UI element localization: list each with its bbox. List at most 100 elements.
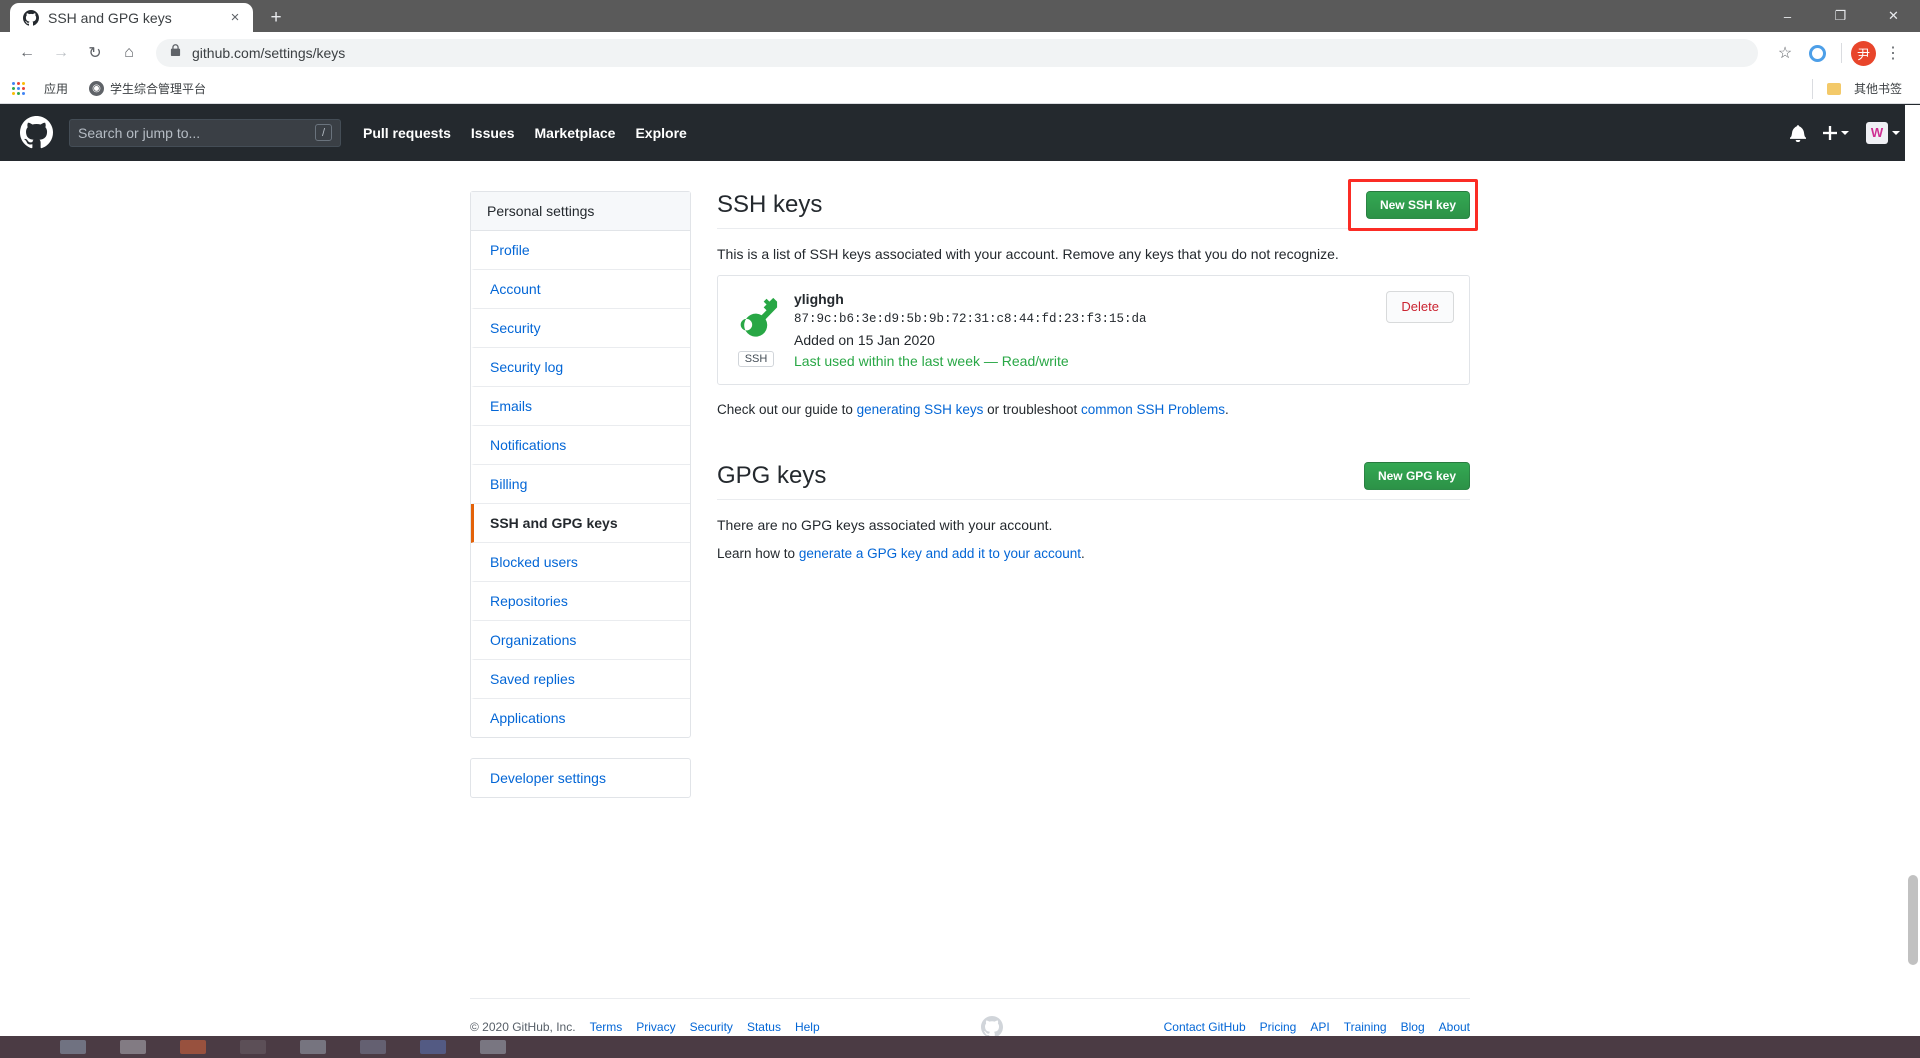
home-icon[interactable]: ⌂: [114, 38, 144, 68]
generate-gpg-key-link[interactable]: generate a GPG key and add it to your ac…: [799, 546, 1081, 561]
scrollbar-thumb[interactable]: [1908, 875, 1918, 965]
github-mark-icon: [23, 9, 39, 26]
ssh-key-name: ylighgh: [794, 291, 844, 307]
footer-link-pricing[interactable]: Pricing: [1260, 1020, 1297, 1034]
taskbar-icon[interactable]: [180, 1040, 206, 1054]
maximize-icon[interactable]: ❐: [1814, 0, 1867, 32]
address-bar[interactable]: github.com/settings/keys: [156, 39, 1758, 67]
close-window-icon[interactable]: ✕: [1867, 0, 1920, 32]
sidebar-item-repositories[interactable]: Repositories: [471, 582, 690, 621]
page-scrollbar[interactable]: [1905, 105, 1920, 1030]
extension-circle-icon[interactable]: [1802, 38, 1832, 68]
common-ssh-problems-link[interactable]: common SSH Problems: [1081, 402, 1225, 417]
footer-link-api[interactable]: API: [1310, 1020, 1329, 1034]
create-new-menu[interactable]: [1823, 125, 1849, 140]
bell-icon[interactable]: [1790, 124, 1806, 143]
bookmarks-bar: 应用 ◉ 学生综合管理平台 其他书签: [0, 74, 1920, 104]
sidebar-item-saved-replies[interactable]: Saved replies: [471, 660, 690, 699]
forward-icon[interactable]: →: [46, 38, 76, 68]
other-bookmarks-label: 其他书签: [1853, 82, 1902, 96]
generating-ssh-keys-link[interactable]: generating SSH keys: [857, 402, 984, 417]
footer-center: [820, 1016, 1164, 1038]
bookmark-item[interactable]: ◉ 学生综合管理平台: [83, 77, 212, 100]
ssh-key-last-used: Last used within the last week — Read/wr…: [794, 353, 1069, 369]
footer-link-contact-github[interactable]: Contact GitHub: [1164, 1020, 1246, 1034]
sidebar-item-organizations[interactable]: Organizations: [471, 621, 690, 660]
learn-prefix: Learn how to: [717, 546, 799, 561]
new-gpg-key-button[interactable]: New GPG key: [1363, 462, 1470, 490]
ssh-badge: SSH: [737, 351, 775, 367]
footer-link-help[interactable]: Help: [795, 1020, 820, 1034]
apps-grid-icon[interactable]: [12, 82, 25, 95]
taskbar-icon[interactable]: [420, 1040, 446, 1054]
avatar: W: [1866, 121, 1888, 144]
key-icon-column: SSH: [733, 291, 779, 367]
footer-link-security[interactable]: Security: [690, 1020, 733, 1034]
footer-link-status[interactable]: Status: [747, 1020, 781, 1034]
folder-icon: [1826, 82, 1841, 95]
taskbar-icon[interactable]: [480, 1040, 506, 1054]
tab-title: SSH and GPG keys: [48, 9, 172, 26]
gpg-section-title: GPG keys: [717, 462, 827, 489]
reload-icon[interactable]: ↻: [80, 38, 110, 68]
footer-link-about[interactable]: About: [1439, 1020, 1470, 1034]
settings-sidebar: Personal settings Profile Account Securi…: [470, 191, 691, 798]
page-body: Personal settings Profile Account Securi…: [0, 161, 1920, 798]
delete-ssh-key-button[interactable]: Delete: [1386, 291, 1454, 324]
sidebar-item-developer-settings[interactable]: Developer settings: [471, 759, 690, 797]
taskbar-icon[interactable]: [240, 1040, 266, 1054]
sidebar-item-notifications[interactable]: Notifications: [471, 426, 690, 465]
ssh-guide-note: Check out our guide to generating SSH ke…: [717, 402, 1470, 417]
footer-link-terms[interactable]: Terms: [590, 1020, 623, 1034]
sidebar-header: Personal settings: [471, 192, 690, 231]
lock-icon: [170, 44, 181, 62]
search-placeholder: Search or jump to...: [78, 124, 201, 141]
nav-marketplace[interactable]: Marketplace: [535, 125, 616, 141]
minimize-icon[interactable]: –: [1761, 0, 1814, 32]
taskbar-icon[interactable]: [60, 1040, 86, 1054]
browser-tab[interactable]: SSH and GPG keys ×: [10, 3, 253, 32]
bookmark-apps[interactable]: 应用: [38, 77, 74, 100]
bookmark-star-icon[interactable]: ☆: [1770, 38, 1800, 68]
ssh-key-info: ylighgh 87:9c:b6:3e:d9:5b:9b:72:31:c8:44…: [794, 291, 1371, 369]
nav-pull-requests[interactable]: Pull requests: [363, 125, 451, 141]
nav-explore[interactable]: Explore: [635, 125, 686, 141]
sidebar-item-emails[interactable]: Emails: [471, 387, 690, 426]
gpg-empty-message: There are no GPG keys associated with yo…: [717, 517, 1053, 533]
slash-shortcut-badge: /: [315, 124, 332, 141]
footer-left-links: © 2020 GitHub, Inc. Terms Privacy Securi…: [470, 1020, 820, 1034]
sidebar-item-ssh-and-gpg-keys[interactable]: SSH and GPG keys: [471, 504, 690, 543]
sidebar-item-billing[interactable]: Billing: [471, 465, 690, 504]
new-ssh-key-button[interactable]: New SSH key: [1365, 191, 1470, 219]
footer-link-privacy[interactable]: Privacy: [636, 1020, 675, 1034]
github-header: Search or jump to... / Pull requests Iss…: [0, 104, 1920, 161]
close-icon[interactable]: ×: [227, 10, 243, 26]
guide-suffix: .: [1225, 402, 1229, 417]
user-menu[interactable]: W: [1866, 121, 1900, 144]
browser-menu-icon[interactable]: ⋮: [1878, 38, 1908, 68]
sidebar-item-account[interactable]: Account: [471, 270, 690, 309]
taskbar-icon[interactable]: [300, 1040, 326, 1054]
new-tab-button[interactable]: +: [261, 3, 291, 31]
sidebar-item-blocked-users[interactable]: Blocked users: [471, 543, 690, 582]
sidebar-item-applications[interactable]: Applications: [471, 699, 690, 737]
search-input[interactable]: Search or jump to... /: [69, 118, 341, 147]
header-nav: Pull requests Issues Marketplace Explore: [363, 125, 687, 141]
github-mark-icon[interactable]: [20, 116, 53, 149]
footer-link-training[interactable]: Training: [1344, 1020, 1387, 1034]
other-bookmarks[interactable]: 其他书签: [1805, 77, 1908, 100]
taskbar-icon[interactable]: [120, 1040, 146, 1054]
page-footer: © 2020 GitHub, Inc. Terms Privacy Securi…: [470, 998, 1470, 1038]
footer-right-links: Contact GitHub Pricing API Training Blog…: [1164, 1020, 1470, 1034]
nav-issues[interactable]: Issues: [471, 125, 515, 141]
taskbar-icon[interactable]: [360, 1040, 386, 1054]
sidebar-item-profile[interactable]: Profile: [471, 231, 690, 270]
sidebar-item-security[interactable]: Security: [471, 309, 690, 348]
ssh-key-added-date: Added on 15 Jan 2020: [794, 332, 935, 348]
sidebar-item-security-log[interactable]: Security log: [471, 348, 690, 387]
ssh-keys-description: This is a list of SSH keys associated wi…: [717, 246, 1339, 262]
ssh-key-fingerprint: 87:9c:b6:3e:d9:5b:9b:72:31:c8:44:fd:23:f…: [794, 312, 1147, 326]
browser-profile-avatar[interactable]: 尹: [1851, 40, 1876, 66]
footer-link-blog[interactable]: Blog: [1401, 1020, 1425, 1034]
back-icon[interactable]: ←: [12, 38, 42, 68]
